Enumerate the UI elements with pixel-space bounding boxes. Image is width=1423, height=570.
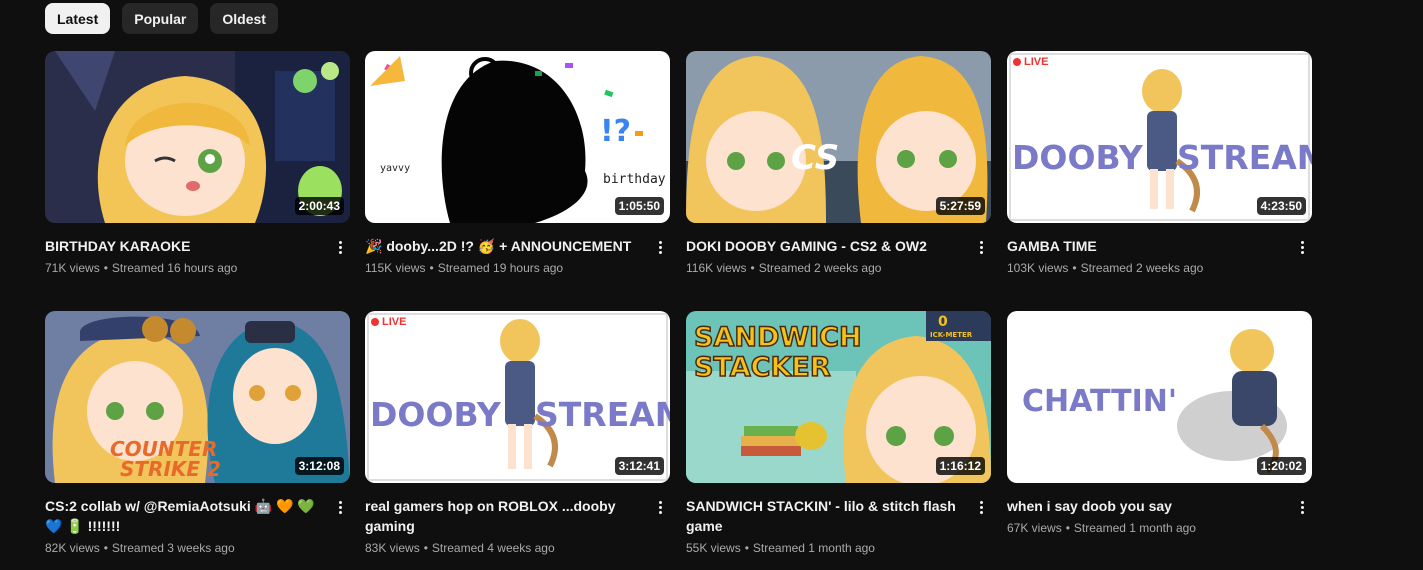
video-meta: 82K views • Streamed 3 weeks ago [45, 541, 350, 555]
video-meta: 67K views • Streamed 1 month ago [1007, 521, 1312, 535]
video-title[interactable]: 🎉 dooby...2D !? 🥳 + ANNOUNCEMENT [365, 236, 645, 256]
video-card[interactable]: CHATTIN' 1:20:02 when i say doob you say… [1007, 311, 1312, 535]
meta-separator: • [103, 261, 108, 275]
meta-separator: • [103, 541, 108, 555]
filter-popular-chip[interactable]: Popular [122, 3, 199, 34]
video-thumbnail[interactable]: CS 5:27:59 [686, 51, 991, 223]
view-count: 116K views [686, 261, 747, 275]
video-title[interactable]: real gamers hop on ROBLOX ...dooby gamin… [365, 496, 645, 536]
stream-age: Streamed 19 hours ago [437, 261, 564, 275]
filter-latest-chip[interactable]: Latest [45, 3, 111, 34]
thumbnail-label: CHATTIN' [1022, 384, 1177, 419]
more-actions-icon[interactable] [1292, 237, 1312, 257]
video-meta: 71K views • Streamed 16 hours ago [45, 261, 350, 275]
video-card[interactable]: !? yavvy birthday 1:05:50 🎉 dooby...2D !… [365, 51, 670, 275]
stream-age: Streamed 1 month ago [1073, 521, 1196, 535]
thumbnail-label: CS [791, 138, 839, 178]
video-thumbnail[interactable]: SANDWICH STACKER 0 ICK-METER 1:16:12 [686, 311, 991, 483]
live-badge: LIVE [1013, 56, 1048, 68]
duration-badge: 1:16:12 [935, 457, 985, 475]
more-actions-icon[interactable] [330, 497, 350, 517]
video-card[interactable]: DOOBY STREAM LIVE 4:23:50 GAMBA TIME 103… [1007, 51, 1312, 275]
thumbnail-label: SANDWICH [694, 322, 862, 353]
meta-separator: • [744, 541, 749, 555]
view-count: 83K views [365, 541, 420, 555]
duration-badge: 5:27:59 [935, 197, 985, 215]
video-thumbnail[interactable]: CHATTIN' 1:20:02 [1007, 311, 1312, 483]
more-actions-icon[interactable] [650, 497, 670, 517]
more-actions-icon[interactable] [971, 237, 991, 257]
thumbnail-label: yavvy [380, 163, 410, 174]
more-actions-icon[interactable] [971, 497, 991, 517]
duration-badge: 4:23:50 [1256, 197, 1306, 215]
meta-separator: • [750, 261, 755, 275]
video-title[interactable]: CS:2 collab w/ @RemiaAotsuki 🤖 🧡 💚 💙 🔋 !… [45, 496, 325, 536]
stream-age: Streamed 2 weeks ago [1080, 261, 1204, 275]
meta-separator: • [1065, 521, 1070, 535]
duration-badge: 1:20:02 [1256, 457, 1306, 475]
thumbnail-label: birthday [603, 172, 666, 187]
thumbnail-label: STREAM [1177, 138, 1312, 177]
view-count: 71K views [45, 261, 100, 275]
video-card[interactable]: COUNTER STRIKE 2 3:12:08 CS:2 collab w/ … [45, 311, 350, 555]
video-title[interactable]: when i say doob you say [1007, 496, 1287, 516]
view-count: 67K views [1007, 521, 1062, 535]
more-actions-icon[interactable] [650, 237, 670, 257]
video-thumbnail[interactable]: DOOBY STREAM LIVE 3:12:41 [365, 311, 670, 483]
thumbnail-label: 0 [938, 314, 948, 330]
more-actions-icon[interactable] [330, 237, 350, 257]
video-thumbnail[interactable]: !? yavvy birthday 1:05:50 [365, 51, 670, 223]
filter-chips: Latest Popular Oldest [45, 3, 278, 34]
video-title[interactable]: BIRTHDAY KARAOKE [45, 236, 325, 256]
stream-age: Streamed 2 weeks ago [758, 261, 882, 275]
video-title[interactable]: GAMBA TIME [1007, 236, 1287, 256]
thumbnail-label: STREAM [535, 395, 670, 434]
stream-age: Streamed 4 weeks ago [431, 541, 555, 555]
video-meta: 103K views • Streamed 2 weeks ago [1007, 261, 1312, 275]
thumbnail-label: STACKER [694, 352, 831, 383]
video-thumbnail[interactable]: DOOBY STREAM LIVE 4:23:50 [1007, 51, 1312, 223]
thumbnail-label: DOOBY [370, 395, 502, 434]
stream-age: Streamed 3 weeks ago [111, 541, 235, 555]
view-count: 55K views [686, 541, 741, 555]
thumbnail-label: STRIKE 2 [120, 457, 221, 481]
more-actions-icon[interactable] [1292, 497, 1312, 517]
video-card[interactable]: DOOBY STREAM LIVE 3:12:41 real gamers ho… [365, 311, 670, 555]
meta-separator: • [1072, 261, 1077, 275]
duration-badge: 3:12:41 [614, 457, 664, 475]
thumbnail-label: ICK-METER [930, 331, 973, 339]
duration-badge: 2:00:43 [294, 197, 344, 215]
video-meta: 83K views • Streamed 4 weeks ago [365, 541, 670, 555]
video-card[interactable]: 2:00:43 BIRTHDAY KARAOKE 71K views • Str… [45, 51, 350, 275]
video-thumbnail[interactable]: COUNTER STRIKE 2 3:12:08 [45, 311, 350, 483]
video-meta: 115K views • Streamed 19 hours ago [365, 261, 670, 275]
duration-badge: 3:12:08 [294, 457, 344, 475]
live-badge: LIVE [371, 316, 406, 328]
video-title[interactable]: DOKI DOOBY GAMING - CS2 & OW2 [686, 236, 966, 256]
view-count: 103K views [1007, 261, 1069, 275]
video-meta: 116K views • Streamed 2 weeks ago [686, 261, 991, 275]
video-meta: 55K views • Streamed 1 month ago [686, 541, 991, 555]
video-thumbnail[interactable]: 2:00:43 [45, 51, 350, 223]
stream-age: Streamed 16 hours ago [111, 261, 238, 275]
filter-oldest-chip[interactable]: Oldest [210, 3, 278, 34]
view-count: 82K views [45, 541, 100, 555]
video-title[interactable]: SANDWICH STACKIN' - lilo & stitch flash … [686, 496, 966, 536]
meta-separator: • [423, 541, 428, 555]
duration-badge: 1:05:50 [614, 197, 664, 215]
stream-age: Streamed 1 month ago [752, 541, 875, 555]
video-card[interactable]: SANDWICH STACKER 0 ICK-METER 1:16:12 SAN… [686, 311, 991, 555]
thumbnail-label: DOOBY [1012, 138, 1144, 177]
meta-separator: • [429, 261, 434, 275]
view-count: 115K views [365, 261, 426, 275]
video-card[interactable]: CS 5:27:59 DOKI DOOBY GAMING - CS2 & OW2… [686, 51, 991, 275]
thumbnail-label: !? [600, 114, 631, 149]
